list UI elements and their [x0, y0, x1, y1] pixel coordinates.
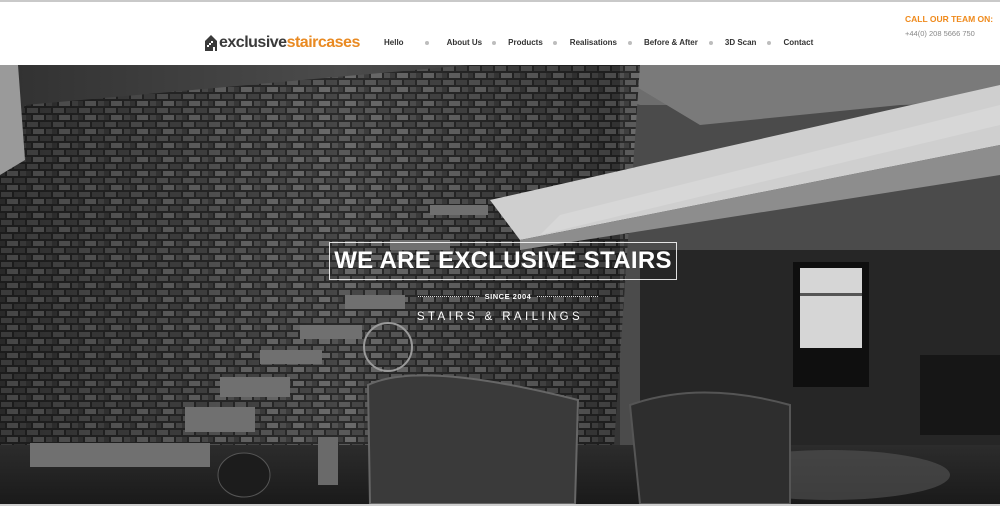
nav-separator-dot — [767, 41, 772, 45]
hero-title-box: WE ARE EXCLUSIVE STAIRS — [329, 242, 677, 280]
site-header: exclusivestaircases Hello About Us Produ… — [0, 2, 1000, 65]
nav-item-3d-scan[interactable]: 3D Scan — [725, 36, 757, 50]
nav-item-about-us[interactable]: About Us — [447, 36, 483, 50]
nav-item-contact[interactable]: Contact — [783, 36, 813, 50]
nav-separator-dot — [552, 41, 557, 45]
nav-item-before-after[interactable]: Before & After — [644, 36, 698, 50]
logo-text-part2: staircases — [286, 34, 361, 51]
hero-title: WE ARE EXCLUSIVE STAIRS — [334, 247, 672, 274]
logo-text-part1: exclusive — [219, 34, 287, 51]
hero-banner: WE ARE EXCLUSIVE STAIRS SINCE 2004 STAIR… — [0, 65, 1000, 504]
logo-text: exclusivestaircases — [219, 33, 360, 53]
header-contact: CALL OUR TEAM ON: +44(0) 208 5666 750 — [905, 14, 995, 39]
main-nav: Hello About Us Products Realisations Bef… — [384, 36, 813, 50]
nav-item-hello[interactable]: Hello — [384, 36, 404, 50]
site-logo[interactable]: exclusivestaircases — [205, 33, 360, 53]
since-label: SINCE 2004 — [484, 291, 532, 301]
nav-item-products[interactable]: Products — [508, 36, 543, 50]
nav-separator-dot — [627, 41, 632, 45]
divider-line — [537, 295, 599, 297]
divider-line — [418, 295, 479, 297]
house-logo-icon — [205, 35, 217, 51]
since-row: SINCE 2004 — [418, 290, 599, 302]
nav-separator-dot — [424, 41, 429, 45]
call-team-label: CALL OUR TEAM ON: — [905, 14, 994, 24]
phone-number[interactable]: +44(0) 208 5666 750 — [905, 28, 995, 39]
nav-item-realisations[interactable]: Realisations — [570, 36, 617, 50]
hero-staircase-photo — [0, 65, 1000, 504]
nav-separator-dot — [492, 41, 497, 45]
nav-separator-dot — [708, 41, 713, 45]
hero-subtitle: STAIRS & RAILINGS — [416, 311, 584, 323]
